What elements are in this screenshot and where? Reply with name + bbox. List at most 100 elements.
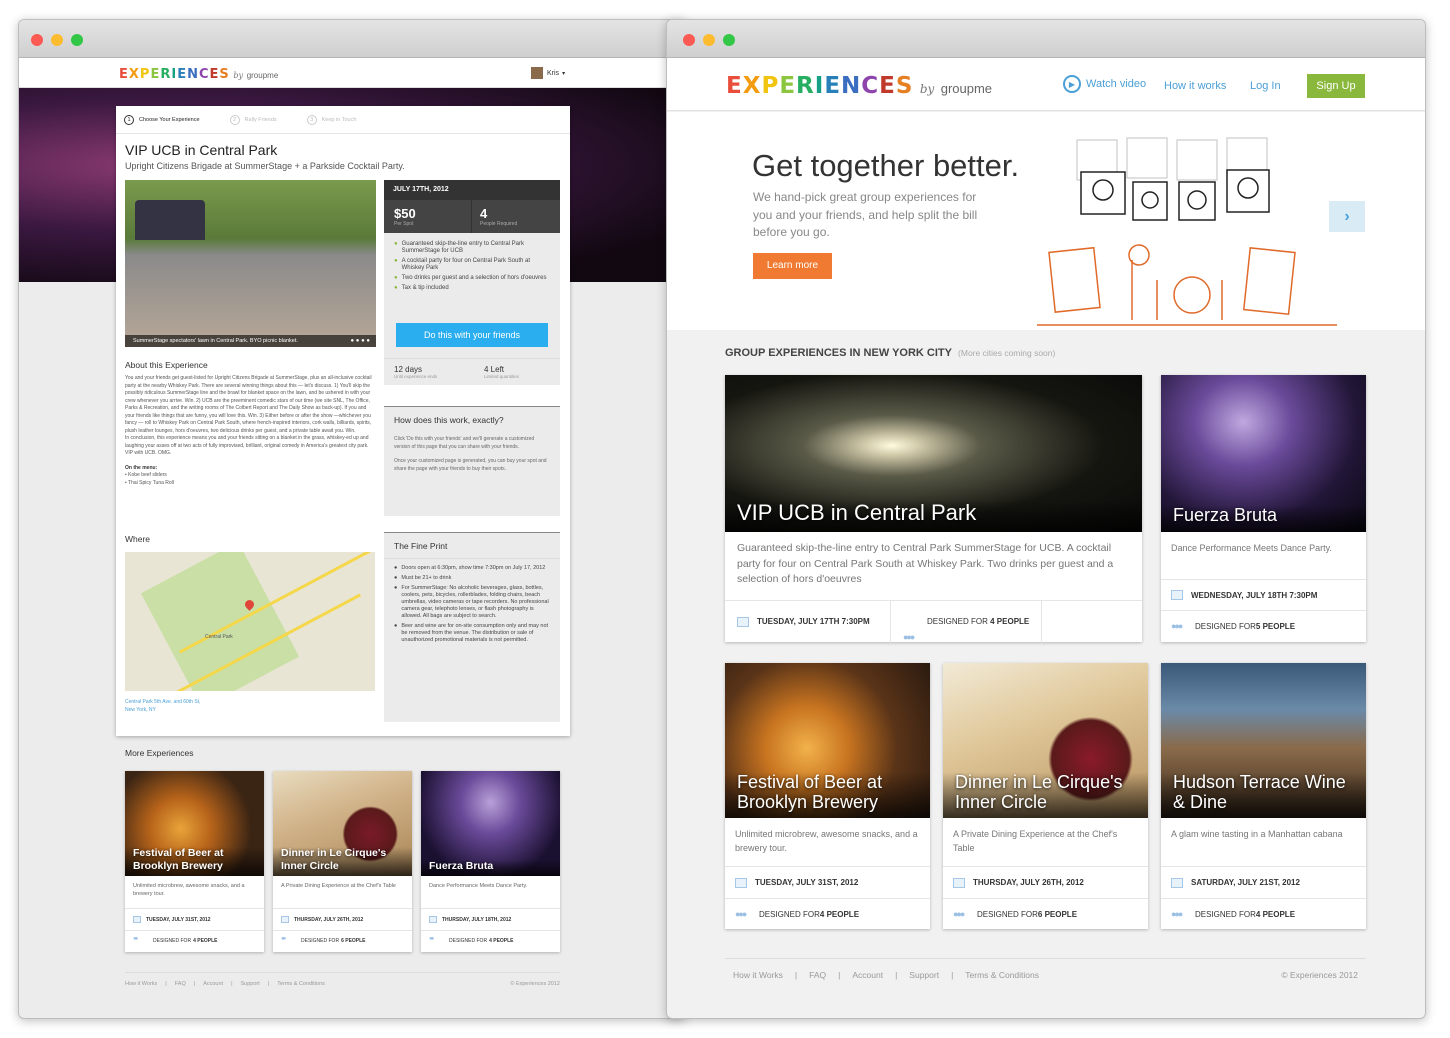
logo-letter: X: [128, 67, 140, 82]
address[interactable]: Central Park 5th Ave. and 60th St, New Y…: [125, 698, 201, 714]
card-desc: Dance Performance Meets Dance Party.: [1171, 543, 1332, 553]
calendar-icon: [953, 877, 965, 888]
card-desc: Dance Performance Meets Dance Party.: [429, 883, 528, 889]
footer-link-support[interactable]: Support: [241, 981, 260, 987]
card-date-row: THURSDAY, JULY 26TH, 2012: [943, 866, 1148, 898]
featured-card[interactable]: VIP UCB in Central Park Guaranteed skip-…: [725, 375, 1142, 643]
card-date: THURSDAY, JULY 18TH, 2012: [442, 916, 512, 923]
event-photo[interactable]: SummerStage spectators' lawn in Central …: [125, 180, 376, 347]
more-card[interactable]: Festival of Beer at Brooklyn Brewery Unl…: [125, 771, 264, 952]
carousel-next-button[interactable]: ›: [1329, 201, 1365, 232]
card-title: Dinner in Le Cirque's Inner Circle: [273, 847, 412, 876]
people-icon: ●●: [281, 935, 286, 942]
carousel-dots[interactable]: ● ● ● ●: [351, 338, 371, 344]
minimize-window-button[interactable]: [51, 34, 63, 46]
close-window-button[interactable]: [31, 34, 43, 46]
card-date: THURSDAY, JULY 26TH, 2012: [294, 916, 364, 923]
more-card[interactable]: Fuerza Bruta Dance Performance Meets Dan…: [421, 771, 560, 952]
left-logo[interactable]: EXPERIENCES by groupme: [119, 66, 278, 82]
logo-wordmark: EXPERIENCES: [726, 73, 913, 99]
login-link[interactable]: Log In: [1250, 80, 1281, 92]
watch-video-link[interactable]: ▶ Watch video: [1063, 75, 1146, 93]
people-icon: ●●: [133, 935, 138, 942]
people-count: 4 PEOPLE: [489, 937, 514, 944]
people-icon: ●●●: [1171, 909, 1183, 919]
card-people: ●●●DESIGNED FOR 4 PEOPLE: [890, 600, 1043, 643]
experience-card[interactable]: Festival of Beer at Brooklyn Brewery Unl…: [725, 663, 930, 929]
logo-brand: groupme: [940, 81, 993, 96]
step-label: Keep in Touch: [321, 116, 357, 123]
left-label: Limited quantities: [484, 374, 520, 379]
hero-title: Get together better.: [752, 148, 1020, 183]
card-image: Dinner in Le Cirque's Inner Circle: [273, 771, 412, 876]
footer-link-faq[interactable]: FAQ: [175, 981, 186, 987]
card-date: TUESDAY, JULY 31ST, 2012: [146, 916, 211, 923]
right-window-titlebar: [667, 20, 1425, 58]
zoom-window-button[interactable]: [71, 34, 83, 46]
how-it-works-link[interactable]: How it works: [1164, 80, 1226, 92]
price-label: Per Spot: [394, 221, 414, 227]
calendar-icon: [737, 616, 749, 627]
logo-letter: P: [761, 73, 780, 99]
side-card[interactable]: Fuerza Bruta Dance Performance Meets Dan…: [1161, 375, 1366, 642]
experience-card[interactable]: Hudson Terrace Wine & Dine A glam wine t…: [1161, 663, 1366, 929]
step-label: Choose Your Experience: [139, 116, 200, 123]
close-window-button[interactable]: [683, 34, 695, 46]
do-this-with-friends-button[interactable]: Do this with your friends: [396, 323, 548, 347]
minimize-window-button[interactable]: [703, 34, 715, 46]
logo-letter: E: [726, 73, 743, 99]
feature-item: ● Two drinks per guest and a selection of…: [394, 275, 547, 281]
right-logo[interactable]: EXPERIENCES by groupme: [726, 72, 992, 99]
card-people-row: ●● DESIGNED FOR 4 PEOPLE: [421, 930, 560, 950]
card-desc: Guaranteed skip-the-line entry to Centra…: [737, 542, 1114, 585]
card-title: Festival of Beer at Brooklyn Brewery: [725, 772, 930, 818]
footer-link-how[interactable]: How it Works: [125, 981, 157, 987]
how-heading: How does this work, exactly?: [394, 415, 504, 425]
people-count: 4 PEOPLE: [193, 937, 218, 944]
step-1[interactable]: 1 Choose Your Experience: [124, 114, 200, 125]
right-site-header: EXPERIENCES by groupme ▶ Watch video How…: [667, 58, 1425, 111]
card-date-row: TUESDAY, JULY 31ST, 2012: [725, 866, 930, 898]
fine-print-list: ● Doors open at 6:30pm, show time 7:30pm …: [384, 559, 560, 644]
experience-card[interactable]: Dinner in Le Cirque's Inner Circle A Pri…: [943, 663, 1148, 929]
zoom-window-button[interactable]: [723, 34, 735, 46]
calendar-icon: [735, 877, 747, 888]
step-2[interactable]: 2 Rally Friends: [229, 114, 277, 125]
footer-link-terms[interactable]: Terms & Conditions: [965, 970, 1039, 980]
card-people-row: ●●● DESIGNED FOR 5 PEOPLE: [1161, 610, 1366, 641]
footer-link-faq[interactable]: FAQ: [809, 970, 826, 980]
learn-more-button[interactable]: Learn more: [753, 253, 832, 279]
about-text: You and your friends get guest-listed fo…: [125, 375, 375, 487]
fine-print-item: ● Beer and wine are for on-site consumpti…: [394, 623, 549, 643]
footer-link-support[interactable]: Support: [909, 970, 939, 980]
fine-print-item: ● Must be 21+ to drink: [394, 575, 452, 581]
calendar-icon: [1171, 590, 1183, 600]
date-banner: JULY 17TH, 2012: [384, 180, 560, 200]
logo-letter: S: [895, 73, 914, 99]
copyright: © Experiences 2012: [510, 981, 560, 987]
how-text-2: Once your customized page is generated, …: [394, 458, 547, 472]
days-label: Until experience ends: [394, 374, 438, 379]
calendar-icon: [281, 916, 289, 923]
photo-caption: SummerStage spectators' lawn in Central …: [125, 335, 376, 347]
logo-letter: E: [209, 67, 220, 82]
footer-link-how[interactable]: How it Works: [733, 970, 783, 980]
step-number: 2: [229, 114, 240, 125]
feature-item: ● Tax & tip included: [394, 285, 449, 291]
step-3[interactable]: 3 Keep in Touch: [306, 114, 357, 125]
days-stat: 12 days Until experience ends: [394, 365, 484, 385]
map[interactable]: Central Park: [125, 552, 375, 691]
footer-link-account[interactable]: Account: [852, 970, 883, 980]
signup-button[interactable]: Sign Up: [1307, 74, 1365, 98]
people-label: People Required: [480, 221, 518, 227]
footer-link-terms[interactable]: Terms & Conditions: [277, 981, 325, 987]
logo-letter: X: [742, 73, 762, 99]
more-card[interactable]: Dinner in Le Cirque's Inner Circle A Pri…: [273, 771, 412, 952]
user-menu[interactable]: Kris ▾: [531, 67, 565, 79]
band-illustration: [1037, 137, 1337, 326]
people-icon: ●●●: [953, 909, 965, 919]
card-people-row: ●● DESIGNED FOR 6 PEOPLE: [273, 930, 412, 950]
footer-link-account[interactable]: Account: [203, 981, 223, 987]
card-date: TUESDAY, JULY 17TH 7:30PM: [725, 616, 890, 627]
fine-print-box: The Fine Print ● Doors open at 6:30pm, sh…: [384, 532, 560, 722]
